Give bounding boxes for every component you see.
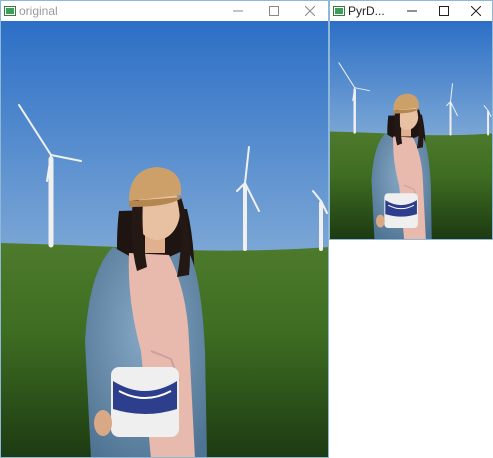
original-window: original [0, 0, 329, 458]
minimize-button[interactable] [396, 1, 428, 21]
minimize-icon [407, 10, 417, 12]
maximize-icon [269, 6, 279, 16]
minimize-button[interactable] [220, 1, 256, 21]
app-icon [4, 6, 16, 16]
image-canvas [1, 21, 328, 457]
maximize-icon [439, 6, 449, 16]
close-button[interactable] [460, 1, 492, 21]
title-bar[interactable]: original [1, 1, 328, 21]
maximize-button[interactable] [256, 1, 292, 21]
photo-woman-wind-turbines [1, 21, 328, 457]
minimize-icon [233, 10, 243, 12]
app-icon [333, 6, 345, 16]
window-title: original [19, 4, 58, 18]
window-title: PyrD... [348, 4, 385, 18]
close-icon [471, 6, 481, 16]
maximize-button[interactable] [428, 1, 460, 21]
close-button[interactable] [292, 1, 328, 21]
close-icon [305, 6, 315, 16]
photo-woman-wind-turbines-downsampled [330, 21, 492, 239]
title-bar[interactable]: PyrD... [330, 1, 492, 21]
pyrdown-window: PyrD... [329, 0, 493, 240]
image-canvas [330, 21, 492, 239]
